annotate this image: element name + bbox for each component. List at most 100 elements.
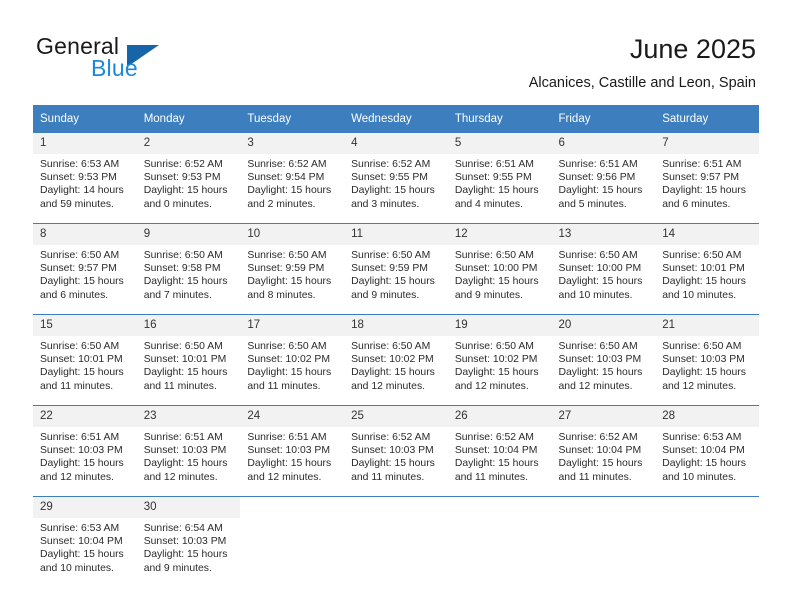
day-cell-content: 18 Sunrise: 6:50 AM Sunset: 10:02 PM Daylig… xyxy=(344,315,448,405)
calendar-day-cell[interactable]: 15 Sunrise: 6:50 AM Sunset: 10:01 PM Daylig… xyxy=(33,314,137,406)
weekday-header-wednesday: Wednesday xyxy=(344,105,448,133)
calendar-day-cell[interactable]: 25 Sunrise: 6:52 AM Sunset: 10:03 PM Daylig… xyxy=(344,405,448,497)
daylight-duration-line1: Daylight: 15 hours xyxy=(351,276,435,288)
day-cell-content: 9 Sunrise: 6:50 AM Sunset: 9:58 PM Daylight… xyxy=(136,224,241,314)
calendar-day-cell[interactable]: 3 Sunrise: 6:52 AM Sunset: 9:54 PM Daylight… xyxy=(240,133,345,224)
day-sun-info: Sunrise: 6:54 AM Sunset: 10:03 PM Daylight… xyxy=(137,518,241,575)
calendar-week-row: 8 Sunrise: 6:50 AM Sunset: 9:57 PM Daylight… xyxy=(33,223,759,315)
day-number: 11 xyxy=(344,224,448,245)
day-cell-content: 5 Sunrise: 6:51 AM Sunset: 9:55 PM Daylight… xyxy=(447,133,552,223)
calendar-day-cell[interactable]: 30 Sunrise: 6:54 AM Sunset: 10:03 PM Daylig… xyxy=(136,496,241,587)
sunset-time: Sunset: 10:03 PM xyxy=(143,536,227,548)
sunset-time: Sunset: 10:04 PM xyxy=(454,445,538,457)
day-cell-content: 29 Sunrise: 6:53 AM Sunset: 10:04 PM Daylig… xyxy=(33,497,137,587)
day-cell-content: 22 Sunrise: 6:51 AM Sunset: 10:03 PM Daylig… xyxy=(33,406,137,496)
calendar-day-cell[interactable]: 2 Sunrise: 6:52 AM Sunset: 9:53 PM Daylight… xyxy=(136,133,241,224)
calendar-day-cell[interactable]: 12 Sunrise: 6:50 AM Sunset: 10:00 PM Daylig… xyxy=(447,223,552,315)
calendar-day-cell[interactable]: 19 Sunrise: 6:50 AM Sunset: 10:02 PM Daylig… xyxy=(447,314,552,406)
sunrise-time: Sunrise: 6:53 AM xyxy=(40,159,120,170)
empty-day-placeholder xyxy=(552,497,656,587)
daylight-duration-line1: Daylight: 15 hours xyxy=(454,458,539,470)
day-number: 10 xyxy=(240,224,345,245)
calendar-day-cell[interactable]: 7 Sunrise: 6:51 AM Sunset: 9:57 PM Daylight… xyxy=(655,133,759,224)
weekday-header-saturday: Saturday xyxy=(655,105,759,133)
daylight-duration-line2: and 5 minutes. xyxy=(558,198,627,210)
day-sun-info: Sunrise: 6:52 AM Sunset: 10:03 PM Daylight… xyxy=(344,427,448,484)
calendar-day-cell[interactable]: 14 Sunrise: 6:50 AM Sunset: 10:01 PM Daylig… xyxy=(655,223,759,315)
day-sun-info: Sunrise: 6:50 AM Sunset: 10:01 PM Daylight… xyxy=(33,336,137,393)
day-sun-info: Sunrise: 6:53 AM Sunset: 9:53 PM Daylight:… xyxy=(33,154,137,211)
calendar-day-cell[interactable]: 6 Sunrise: 6:51 AM Sunset: 9:56 PM Daylight… xyxy=(551,133,656,224)
empty-day-placeholder xyxy=(344,497,448,587)
sunrise-time: Sunrise: 6:50 AM xyxy=(454,250,534,261)
general-blue-logo[interactable]: General Blue xyxy=(36,33,236,83)
day-sun-info: Sunrise: 6:50 AM Sunset: 10:00 PM Daylight… xyxy=(552,245,656,302)
day-number: 30 xyxy=(136,497,241,518)
calendar-day-cell-empty xyxy=(447,496,552,587)
calendar-day-cell[interactable]: 5 Sunrise: 6:51 AM Sunset: 9:55 PM Daylight… xyxy=(447,133,552,224)
day-cell-content: 11 Sunrise: 6:50 AM Sunset: 9:59 PM Dayligh… xyxy=(344,224,448,314)
day-sun-info: Sunrise: 6:50 AM Sunset: 10:00 PM Daylight… xyxy=(448,245,552,302)
calendar-day-cell[interactable]: 10 Sunrise: 6:50 AM Sunset: 9:59 PM Dayligh… xyxy=(240,223,345,315)
day-cell-content: 2 Sunrise: 6:52 AM Sunset: 9:53 PM Daylight… xyxy=(136,133,241,223)
daylight-duration-line2: and 10 minutes. xyxy=(40,562,114,574)
calendar-day-cell-empty xyxy=(655,496,759,587)
daylight-duration-line1: Daylight: 15 hours xyxy=(247,367,332,379)
day-sun-info: Sunrise: 6:50 AM Sunset: 9:59 PM Daylight:… xyxy=(240,245,344,302)
calendar-day-cell[interactable]: 9 Sunrise: 6:50 AM Sunset: 9:58 PM Daylight… xyxy=(136,223,241,315)
sunrise-time: Sunrise: 6:51 AM xyxy=(558,159,638,170)
day-number: 2 xyxy=(136,133,241,154)
day-number: 28 xyxy=(655,406,759,427)
calendar-day-cell[interactable]: 8 Sunrise: 6:50 AM Sunset: 9:57 PM Daylight… xyxy=(33,223,137,315)
sunset-time: Sunset: 10:01 PM xyxy=(662,263,745,275)
day-number: 23 xyxy=(136,406,241,427)
daylight-duration-line2: and 12 minutes. xyxy=(143,471,218,483)
day-cell-content: 17 Sunrise: 6:50 AM Sunset: 10:02 PM Daylig… xyxy=(240,315,345,405)
day-sun-info: Sunrise: 6:51 AM Sunset: 9:55 PM Daylight:… xyxy=(448,154,552,211)
day-sun-info: Sunrise: 6:50 AM Sunset: 9:58 PM Daylight:… xyxy=(137,245,241,302)
day-cell-content: 25 Sunrise: 6:52 AM Sunset: 10:03 PM Daylig… xyxy=(344,406,448,496)
calendar-day-cell[interactable]: 27 Sunrise: 6:52 AM Sunset: 10:04 PM Daylig… xyxy=(551,405,656,497)
daylight-duration-line2: and 11 minutes. xyxy=(558,471,632,483)
day-number: 5 xyxy=(447,133,552,154)
daylight-duration-line2: and 10 minutes. xyxy=(662,289,737,301)
sunrise-time: Sunrise: 6:50 AM xyxy=(247,341,327,352)
calendar-day-cell[interactable]: 29 Sunrise: 6:53 AM Sunset: 10:04 PM Daylig… xyxy=(33,496,137,587)
calendar-day-cell[interactable]: 26 Sunrise: 6:52 AM Sunset: 10:04 PM Daylig… xyxy=(447,405,552,497)
calendar-day-cell[interactable]: 16 Sunrise: 6:50 AM Sunset: 10:01 PM Daylig… xyxy=(136,314,241,406)
calendar-day-cell[interactable]: 28 Sunrise: 6:53 AM Sunset: 10:04 PM Daylig… xyxy=(655,405,759,497)
day-number: 13 xyxy=(551,224,656,245)
day-sun-info: Sunrise: 6:50 AM Sunset: 10:02 PM Daylight… xyxy=(344,336,448,393)
calendar-day-cell[interactable]: 13 Sunrise: 6:50 AM Sunset: 10:00 PM Daylig… xyxy=(551,223,656,315)
day-cell-content: 7 Sunrise: 6:51 AM Sunset: 9:57 PM Daylight… xyxy=(655,133,759,223)
daylight-duration-line1: Daylight: 15 hours xyxy=(143,185,228,197)
calendar-day-cell[interactable]: 18 Sunrise: 6:50 AM Sunset: 10:02 PM Daylig… xyxy=(344,314,448,406)
daylight-duration-line1: Daylight: 15 hours xyxy=(40,276,124,288)
day-cell-content: 8 Sunrise: 6:50 AM Sunset: 9:57 PM Daylight… xyxy=(33,224,137,314)
calendar-day-cell[interactable]: 24 Sunrise: 6:51 AM Sunset: 10:03 PM Daylig… xyxy=(240,405,345,497)
sunset-time: Sunset: 9:55 PM xyxy=(351,172,428,184)
day-sun-info: Sunrise: 6:52 AM Sunset: 9:53 PM Daylight:… xyxy=(137,154,241,211)
sunset-time: Sunset: 9:56 PM xyxy=(558,172,636,184)
calendar-day-cell[interactable]: 20 Sunrise: 6:50 AM Sunset: 10:03 PM Daylig… xyxy=(551,314,656,406)
day-sun-info: Sunrise: 6:53 AM Sunset: 10:04 PM Daylight… xyxy=(33,518,137,575)
calendar-day-cell[interactable]: 22 Sunrise: 6:51 AM Sunset: 10:03 PM Daylig… xyxy=(33,405,137,497)
sunset-time: Sunset: 10:00 PM xyxy=(558,263,642,275)
day-number: 22 xyxy=(33,406,137,427)
daylight-duration-line2: and 3 minutes. xyxy=(351,198,420,210)
page-header: General Blue June 2025 Alcanices, Castil… xyxy=(0,0,792,100)
calendar-day-cell[interactable]: 4 Sunrise: 6:52 AM Sunset: 9:55 PM Daylight… xyxy=(344,133,448,224)
calendar-day-cell[interactable]: 1 Sunrise: 6:53 AM Sunset: 9:53 PM Daylight… xyxy=(33,133,137,224)
sunset-time: Sunset: 10:02 PM xyxy=(351,354,434,366)
calendar-day-cell[interactable]: 23 Sunrise: 6:51 AM Sunset: 10:03 PM Daylig… xyxy=(136,405,241,497)
calendar-day-cell-empty xyxy=(551,496,656,587)
day-cell-content: 23 Sunrise: 6:51 AM Sunset: 10:03 PM Daylig… xyxy=(136,406,241,496)
calendar-day-cell[interactable]: 11 Sunrise: 6:50 AM Sunset: 9:59 PM Dayligh… xyxy=(344,223,448,315)
sunrise-time: Sunrise: 6:51 AM xyxy=(454,159,534,170)
sunrise-time: Sunrise: 6:52 AM xyxy=(351,432,431,443)
day-cell-content: 20 Sunrise: 6:50 AM Sunset: 10:03 PM Daylig… xyxy=(551,315,656,405)
day-number: 16 xyxy=(136,315,241,336)
daylight-duration-line1: Daylight: 15 hours xyxy=(247,185,332,197)
calendar-day-cell[interactable]: 17 Sunrise: 6:50 AM Sunset: 10:02 PM Daylig… xyxy=(240,314,345,406)
calendar-day-cell[interactable]: 21 Sunrise: 6:50 AM Sunset: 10:03 PM Daylig… xyxy=(655,314,759,406)
